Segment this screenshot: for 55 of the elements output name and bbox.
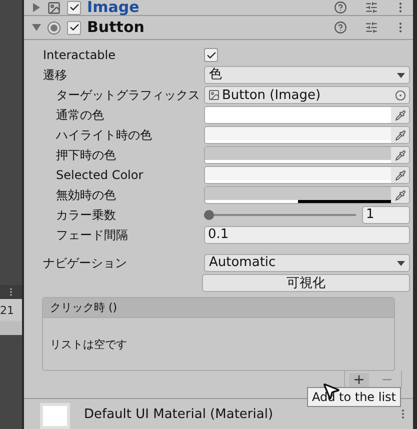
target-icon[interactable]	[395, 90, 406, 100]
object-field[interactable]: Button (Image)	[204, 86, 410, 104]
color-field[interactable]	[204, 186, 410, 204]
sliders-icon[interactable]	[365, 21, 378, 34]
property-label: ハイライト時の色	[55, 129, 153, 141]
event-title: クリック時 ()	[50, 302, 118, 313]
color-field[interactable]	[204, 146, 410, 164]
component-title: Button	[87, 20, 144, 35]
checkbox[interactable]	[204, 48, 218, 62]
sliders-icon[interactable]	[365, 1, 378, 14]
property-label: 遷移	[42, 69, 68, 81]
enable-checkbox[interactable]	[67, 20, 81, 34]
expand-arrow-icon[interactable]	[32, 3, 41, 12]
add-button[interactable]: +	[349, 372, 369, 386]
radio-icon	[47, 20, 61, 34]
property-label: フェード間隔	[55, 229, 129, 241]
color-field[interactable]	[204, 166, 410, 184]
material-preview	[40, 403, 70, 429]
help-icon[interactable]	[334, 1, 347, 14]
caret-icon	[397, 72, 405, 78]
property-label: ナビゲーション	[42, 257, 128, 269]
eyedropper-icon[interactable]	[394, 190, 406, 200]
property-label: 押下時の色	[55, 149, 117, 161]
property-label: Interactable	[42, 49, 117, 61]
property-label: 無効時の色	[55, 189, 117, 201]
image-icon	[47, 0, 61, 14]
object-name: Button (Image)	[222, 88, 322, 102]
image-icon	[208, 89, 220, 101]
color-field[interactable]	[204, 106, 410, 124]
property-label: カラー乗数	[55, 209, 117, 221]
material-name: Default UI Material (Material)	[84, 408, 274, 420]
collapse-arrow-icon[interactable]	[32, 23, 41, 32]
check-icon	[206, 50, 216, 60]
help-icon[interactable]	[334, 21, 347, 34]
eyedropper-icon[interactable]	[394, 150, 406, 160]
check-icon	[68, 2, 80, 13]
slider[interactable]	[204, 209, 356, 221]
count-text: 21	[0, 304, 14, 316]
color-field[interactable]	[204, 126, 410, 144]
visualize-button[interactable]: 可視化	[202, 274, 410, 292]
empty-list-text: リストは空です	[50, 338, 127, 350]
eyedropper-icon[interactable]	[394, 170, 406, 180]
eyedropper-icon[interactable]	[394, 110, 406, 120]
property-label: 通常の色	[55, 109, 105, 121]
dropdown[interactable]: 色	[204, 66, 410, 84]
number-field[interactable]: 0.1	[204, 226, 410, 244]
dropdown[interactable]: Automatic	[204, 254, 410, 272]
property-label: ターゲットグラフィックス	[55, 89, 201, 101]
caret-icon	[397, 260, 405, 266]
number-field[interactable]: 1	[362, 206, 410, 224]
component-title: Image	[87, 0, 140, 15]
enable-checkbox[interactable]	[67, 0, 81, 14]
property-label: Selected Color	[55, 169, 144, 181]
check-icon	[68, 22, 80, 33]
eyedropper-icon[interactable]	[394, 130, 406, 140]
